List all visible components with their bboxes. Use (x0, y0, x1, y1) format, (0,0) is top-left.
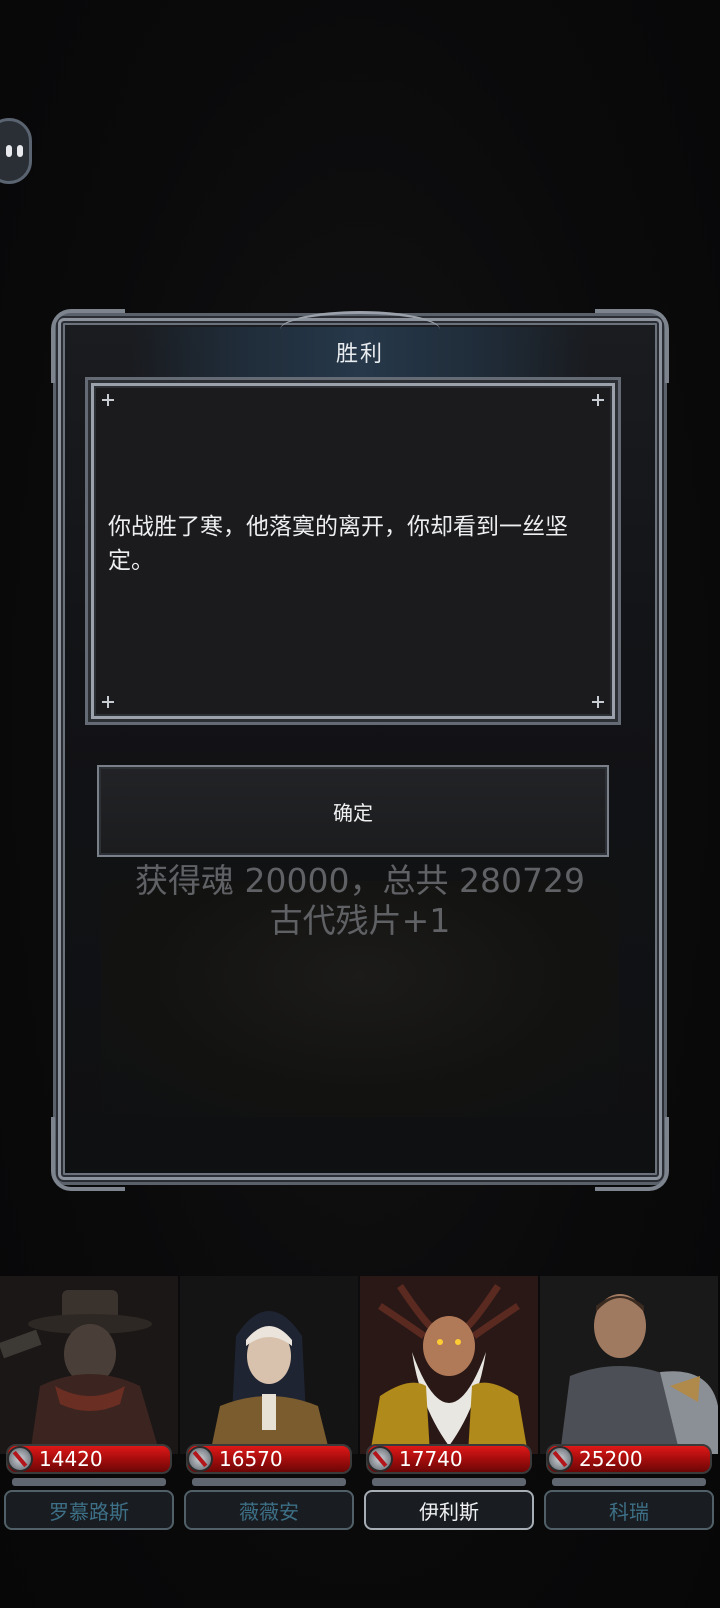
hero-card[interactable]: 16570 薇薇安 (180, 1276, 358, 1536)
floating-menu-button[interactable] (0, 118, 32, 184)
game-screen: { "dialog": { "title": "胜利", "story_text… (0, 0, 720, 1608)
hp-value: 14420 (39, 1447, 103, 1471)
health-icon (547, 1446, 573, 1472)
energy-bar (192, 1478, 346, 1486)
hp-bar: 16570 (186, 1444, 352, 1474)
confirm-button[interactable]: 确定 (97, 765, 609, 857)
hero-name-button[interactable]: 罗慕路斯 (4, 1490, 174, 1530)
sparkle-icon (102, 394, 114, 406)
hp-bar: 14420 (6, 1444, 172, 1474)
pause-icon (5, 145, 23, 157)
health-icon (7, 1446, 33, 1472)
hero-portrait (180, 1276, 358, 1454)
energy-bar (552, 1478, 706, 1486)
reward-souls-text: 获得魂 20000，总共 280729 (135, 861, 585, 900)
hero-name-button[interactable]: 薇薇安 (184, 1490, 354, 1530)
party-bar: 14420 罗慕路斯 16570 薇薇安 17740 伊利斯 25200 科瑞 (0, 1276, 720, 1536)
dialog-title-bar: 胜利 (131, 311, 589, 377)
frame-corner-ornament (51, 309, 125, 383)
story-text: 你战胜了寒，他落寞的离开，你却看到一丝坚定。 (108, 514, 568, 574)
sparkle-icon (592, 696, 604, 708)
hero-card[interactable]: 25200 科瑞 (540, 1276, 718, 1536)
reward-fragment-text: 古代残片+1 (269, 901, 451, 940)
hero-name-button[interactable]: 伊利斯 (364, 1490, 534, 1530)
hp-bar: 25200 (546, 1444, 712, 1474)
reward-summary: 获得魂 20000，总共 280729 古代残片+1 (61, 861, 659, 941)
sparkle-icon (592, 394, 604, 406)
hero-portrait (0, 1276, 178, 1454)
hero-card[interactable]: 14420 罗慕路斯 (0, 1276, 178, 1536)
hero-portrait (540, 1276, 718, 1454)
hero-card[interactable]: 17740 伊利斯 (360, 1276, 538, 1536)
frame-corner-ornament (595, 1117, 669, 1191)
health-icon (187, 1446, 213, 1472)
hp-value: 16570 (219, 1447, 283, 1471)
hp-value: 25200 (579, 1447, 643, 1471)
victory-dialog: 胜利 你战胜了寒，他落寞的离开，你却看到一丝坚定。 确定 获得魂 20000，总… (51, 309, 669, 1191)
energy-bar (12, 1478, 166, 1486)
hero-name-button[interactable]: 科瑞 (544, 1490, 714, 1530)
frame-corner-ornament (595, 309, 669, 383)
hp-value: 17740 (399, 1447, 463, 1471)
energy-bar (372, 1478, 526, 1486)
sparkle-icon (102, 696, 114, 708)
hero-portrait (360, 1276, 538, 1454)
dialog-title: 胜利 (335, 342, 384, 367)
health-icon (367, 1446, 393, 1472)
hp-bar: 17740 (366, 1444, 532, 1474)
story-panel: 你战胜了寒，他落寞的离开，你却看到一丝坚定。 (91, 383, 615, 719)
frame-corner-ornament (51, 1117, 125, 1191)
